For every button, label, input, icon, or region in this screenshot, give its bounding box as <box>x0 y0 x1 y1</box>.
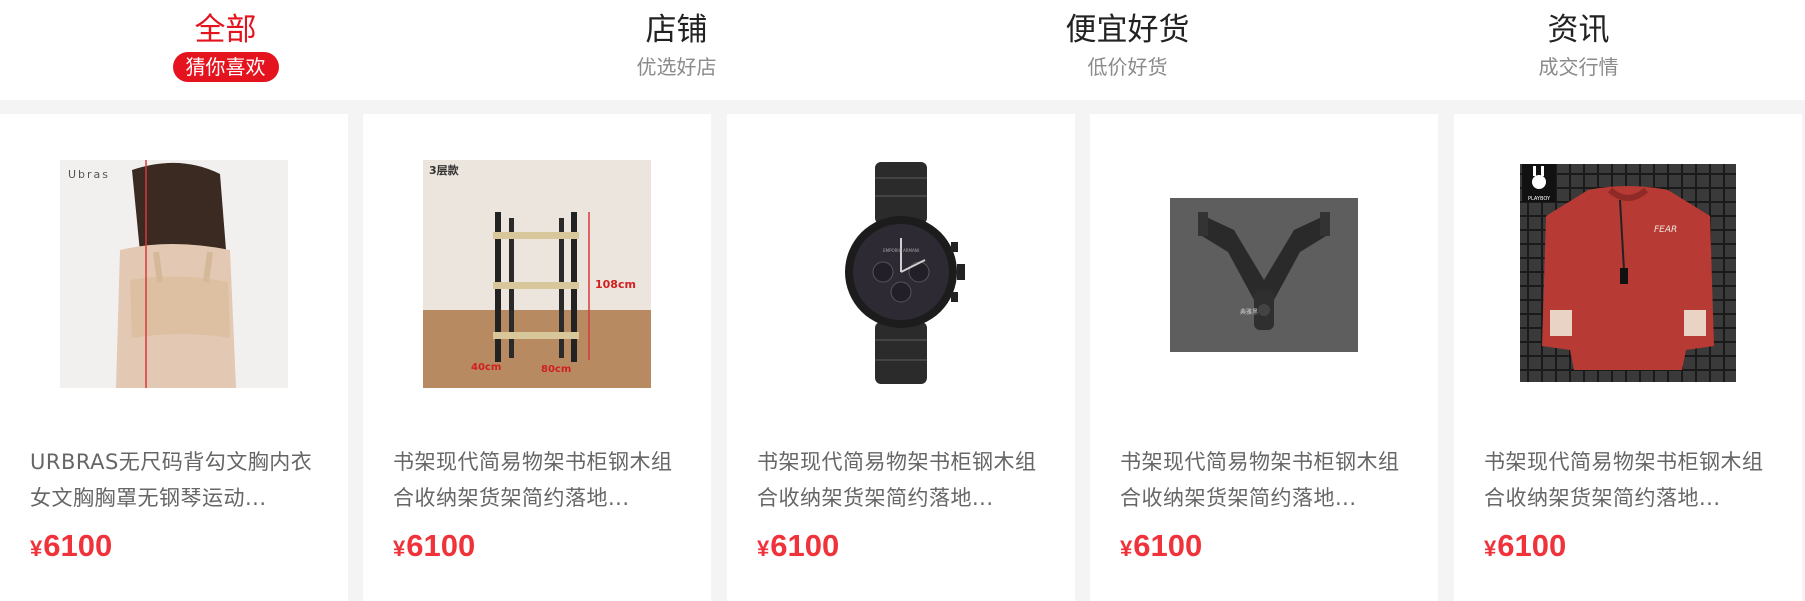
svg-text:Ubras: Ubras <box>68 168 110 181</box>
product-name-line: 合收纳架货架简约落地... <box>393 486 630 510</box>
tab-shops[interactable]: 店铺 优选好店 <box>451 0 902 100</box>
tab-cheap-goods-title: 便宜好货 <box>1065 12 1190 48</box>
svg-text:3层款: 3层款 <box>429 163 460 177</box>
tab-news-subtitle: 成交行情 <box>1538 55 1619 79</box>
product-name: 书架现代简易物架书柜钢木组 合收纳架货架简约落地... <box>1484 444 1784 516</box>
product-name-line: 女文胸胸罩无钢琴运动... <box>30 486 267 510</box>
price-currency: ¥ <box>757 536 770 561</box>
product-name: 书架现代简易物架书柜钢木组 合收纳架货架简约落地... <box>757 444 1057 516</box>
price-value: 6100 <box>1133 528 1203 563</box>
svg-text:典雅黑: 典雅黑 <box>1240 308 1258 316</box>
product-name-line: 书架现代简易物架书柜钢木组 <box>1484 450 1764 474</box>
tab-shops-title: 店铺 <box>645 12 708 48</box>
product-list: Ubras URBRAS无尺码背勾文胸内衣 女文胸胸罩无钢琴运动... ¥610… <box>0 114 1805 601</box>
product-name: URBRAS无尺码背勾文胸内衣 女文胸胸罩无钢琴运动... <box>30 444 330 516</box>
product-name-line: 书架现代简易物架书柜钢木组 <box>1120 450 1400 474</box>
tab-news[interactable]: 资讯 成交行情 <box>1353 0 1804 100</box>
product-image: 108cm 40cm 80cm 3层款 <box>423 160 651 388</box>
product-card[interactable]: 108cm 40cm 80cm 3层款 书架现代简易物架书柜钢木组 合收纳架货架… <box>363 114 711 601</box>
svg-text:EMPORIO ARMANI: EMPORIO ARMANI <box>883 248 919 253</box>
product-card[interactable]: EMPORIO ARMANI 书架现代简易物架书柜钢木组 合收纳架货架简约落地.… <box>727 114 1075 601</box>
product-image: FEAR PLAYBOY <box>1514 160 1742 388</box>
price-currency: ¥ <box>1120 536 1133 561</box>
price-currency: ¥ <box>1484 536 1497 561</box>
product-price: ¥6100 <box>30 526 112 569</box>
tab-all-title: 全部 <box>194 12 257 48</box>
product-name-line: 书架现代简易物架书柜钢木组 <box>757 450 1037 474</box>
product-name-line: 合收纳架货架简约落地... <box>1484 486 1721 510</box>
product-name-line: 书架现代简易物架书柜钢木组 <box>393 450 673 474</box>
tab-cheap-goods-subtitle: 低价好货 <box>1087 55 1168 79</box>
product-name-line: URBRAS无尺码背勾文胸内衣 <box>30 450 313 474</box>
product-price: ¥6100 <box>1120 526 1202 569</box>
product-name: 书架现代简易物架书柜钢木组 合收纳架货架简约落地... <box>393 444 693 516</box>
product-price: ¥6100 <box>1484 526 1566 569</box>
price-currency: ¥ <box>393 536 406 561</box>
product-card[interactable]: FEAR PLAYBOY 书架现代简易物架书柜钢木组 合收纳架货架简约落地...… <box>1454 114 1802 601</box>
product-price: ¥6100 <box>757 526 839 569</box>
tab-all[interactable]: 全部 猜你喜欢 <box>0 0 451 100</box>
product-name-line: 合收纳架货架简约落地... <box>757 486 994 510</box>
price-currency: ¥ <box>30 536 43 561</box>
tab-shops-subtitle: 优选好店 <box>636 55 717 79</box>
tab-all-subtitle-badge: 猜你喜欢 <box>172 52 279 82</box>
product-card[interactable]: 典雅黑 书架现代简易物架书柜钢木组 合收纳架货架简约落地... ¥6100 <box>1090 114 1438 601</box>
product-card[interactable]: Ubras URBRAS无尺码背勾文胸内衣 女文胸胸罩无钢琴运动... ¥610… <box>0 114 348 601</box>
price-value: 6100 <box>43 528 113 563</box>
svg-text:80cm: 80cm <box>541 364 571 375</box>
price-value: 6100 <box>406 528 476 563</box>
tab-news-title: 资讯 <box>1547 12 1610 48</box>
product-image: 典雅黑 <box>1150 160 1378 388</box>
tab-cheap-goods[interactable]: 便宜好货 低价好货 <box>902 0 1353 100</box>
svg-text:108cm: 108cm <box>595 278 636 291</box>
product-name: 书架现代简易物架书柜钢木组 合收纳架货架简约落地... <box>1120 444 1420 516</box>
svg-text:40cm: 40cm <box>471 362 501 373</box>
price-value: 6100 <box>1497 528 1567 563</box>
product-image: Ubras <box>60 160 288 388</box>
product-image: EMPORIO ARMANI <box>787 160 1015 388</box>
product-price: ¥6100 <box>393 526 475 569</box>
svg-text:PLAYBOY: PLAYBOY <box>1528 196 1551 202</box>
price-value: 6100 <box>770 528 840 563</box>
svg-text:FEAR: FEAR <box>1654 225 1677 235</box>
product-name-line: 合收纳架货架简约落地... <box>1120 486 1357 510</box>
category-tab-bar: 全部 猜你喜欢 店铺 优选好店 便宜好货 低价好货 资讯 成交行情 <box>0 0 1805 100</box>
